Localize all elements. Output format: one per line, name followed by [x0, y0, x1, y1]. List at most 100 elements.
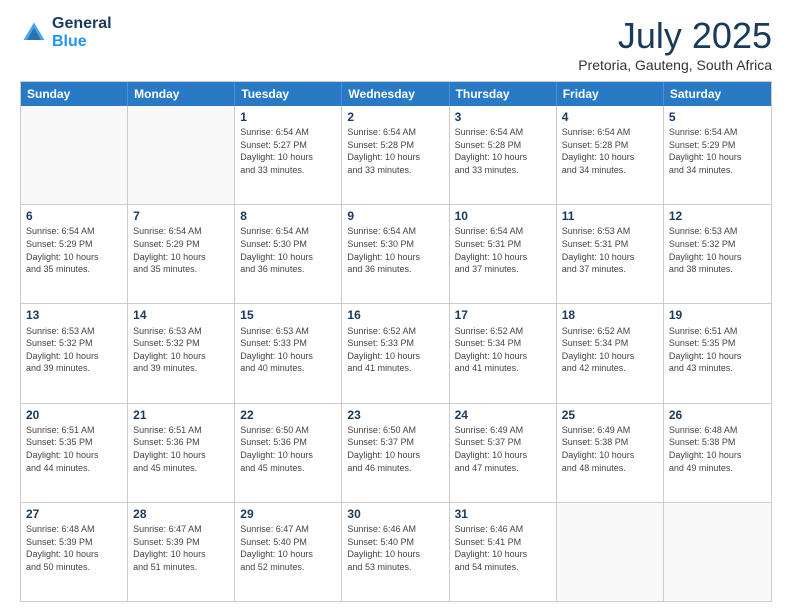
day-19: 19 Sunrise: 6:51 AM Sunset: 5:35 PM Dayli…: [664, 304, 771, 402]
day-number-21: 21: [133, 407, 229, 423]
day-number-22: 22: [240, 407, 336, 423]
day-31: 31Sunrise: 6:46 AM Sunset: 5:41 PM Dayli…: [450, 503, 557, 601]
day-number-31: 31: [455, 506, 551, 522]
day-info-21: Sunrise: 6:51 AM Sunset: 5:36 PM Dayligh…: [133, 424, 229, 474]
day-info-11: Sunrise: 6:53 AM Sunset: 5:31 PM Dayligh…: [562, 225, 658, 275]
day-info-18: Sunrise: 6:52 AM Sunset: 5:34 PM Dayligh…: [562, 325, 658, 375]
day-info-14: Sunrise: 6:53 AM Sunset: 5:32 PM Dayligh…: [133, 325, 229, 375]
day-info-2: Sunrise: 6:54 AM Sunset: 5:28 PM Dayligh…: [347, 126, 443, 176]
day-info-26: Sunrise: 6:48 AM Sunset: 5:38 PM Dayligh…: [669, 424, 766, 474]
day-info-10: Sunrise: 6:54 AM Sunset: 5:31 PM Dayligh…: [455, 225, 551, 275]
day-number-24: 24: [455, 407, 551, 423]
day-number-4: 4: [562, 109, 658, 125]
day-16: 16Sunrise: 6:52 AM Sunset: 5:33 PM Dayli…: [342, 304, 449, 402]
day-9: 9Sunrise: 6:54 AM Sunset: 5:30 PM Daylig…: [342, 205, 449, 303]
header-day-sunday: Sunday: [21, 82, 128, 106]
day-info-17: Sunrise: 6:52 AM Sunset: 5:34 PM Dayligh…: [455, 325, 551, 375]
day-info-13: Sunrise: 6:53 AM Sunset: 5:32 PM Dayligh…: [26, 325, 122, 375]
month-title: July 2025: [578, 15, 772, 57]
day-13: 13 Sunrise: 6:53 AM Sunset: 5:32 PM Dayli…: [21, 304, 128, 402]
day-number-29: 29: [240, 506, 336, 522]
day-info-27: Sunrise: 6:48 AM Sunset: 5:39 PM Dayligh…: [26, 523, 122, 573]
day-info-3: Sunrise: 6:54 AM Sunset: 5:28 PM Dayligh…: [455, 126, 551, 176]
day-info-23: Sunrise: 6:50 AM Sunset: 5:37 PM Dayligh…: [347, 424, 443, 474]
day-info-1: Sunrise: 6:54 AM Sunset: 5:27 PM Dayligh…: [240, 126, 336, 176]
day-17: 17Sunrise: 6:52 AM Sunset: 5:34 PM Dayli…: [450, 304, 557, 402]
week-row-2: 6Sunrise: 6:54 AM Sunset: 5:29 PM Daylig…: [21, 204, 771, 303]
day-info-4: Sunrise: 6:54 AM Sunset: 5:28 PM Dayligh…: [562, 126, 658, 176]
day-number-11: 11: [562, 208, 658, 224]
day-20: 20Sunrise: 6:51 AM Sunset: 5:35 PM Dayli…: [21, 404, 128, 502]
day-number-6: 6: [26, 208, 122, 224]
day-number-5: 5: [669, 109, 766, 125]
title-block: July 2025 Pretoria, Gauteng, South Afric…: [578, 15, 772, 73]
day-number-13: 13: [26, 307, 122, 323]
day-info-24: Sunrise: 6:49 AM Sunset: 5:37 PM Dayligh…: [455, 424, 551, 474]
day-info-19: Sunrise: 6:51 AM Sunset: 5:35 PM Dayligh…: [669, 325, 766, 375]
day-number-12: 12: [669, 208, 766, 224]
day-23: 23Sunrise: 6:50 AM Sunset: 5:37 PM Dayli…: [342, 404, 449, 502]
day-21: 21Sunrise: 6:51 AM Sunset: 5:36 PM Dayli…: [128, 404, 235, 502]
day-number-8: 8: [240, 208, 336, 224]
day-info-30: Sunrise: 6:46 AM Sunset: 5:40 PM Dayligh…: [347, 523, 443, 573]
day-7: 7Sunrise: 6:54 AM Sunset: 5:29 PM Daylig…: [128, 205, 235, 303]
week-row-3: 13 Sunrise: 6:53 AM Sunset: 5:32 PM Dayli…: [21, 303, 771, 402]
day-number-26: 26: [669, 407, 766, 423]
empty-cell-4-6: [664, 503, 771, 601]
logo-icon: [20, 19, 48, 47]
day-26: 26Sunrise: 6:48 AM Sunset: 5:38 PM Dayli…: [664, 404, 771, 502]
day-12: 12Sunrise: 6:53 AM Sunset: 5:32 PM Dayli…: [664, 205, 771, 303]
day-number-28: 28: [133, 506, 229, 522]
day-2: 2Sunrise: 6:54 AM Sunset: 5:28 PM Daylig…: [342, 106, 449, 204]
day-number-25: 25: [562, 407, 658, 423]
day-number-19: 19: [669, 307, 766, 323]
day-8: 8Sunrise: 6:54 AM Sunset: 5:30 PM Daylig…: [235, 205, 342, 303]
header-day-saturday: Saturday: [664, 82, 771, 106]
day-6: 6Sunrise: 6:54 AM Sunset: 5:29 PM Daylig…: [21, 205, 128, 303]
week-row-5: 27Sunrise: 6:48 AM Sunset: 5:39 PM Dayli…: [21, 502, 771, 601]
logo-text: General Blue: [52, 15, 112, 51]
day-number-18: 18: [562, 307, 658, 323]
day-info-25: Sunrise: 6:49 AM Sunset: 5:38 PM Dayligh…: [562, 424, 658, 474]
day-info-8: Sunrise: 6:54 AM Sunset: 5:30 PM Dayligh…: [240, 225, 336, 275]
day-number-1: 1: [240, 109, 336, 125]
day-number-9: 9: [347, 208, 443, 224]
day-info-20: Sunrise: 6:51 AM Sunset: 5:35 PM Dayligh…: [26, 424, 122, 474]
day-number-14: 14: [133, 307, 229, 323]
day-info-5: Sunrise: 6:54 AM Sunset: 5:29 PM Dayligh…: [669, 126, 766, 176]
day-30: 30Sunrise: 6:46 AM Sunset: 5:40 PM Dayli…: [342, 503, 449, 601]
header-day-friday: Friday: [557, 82, 664, 106]
header: General Blue July 2025 Pretoria, Gauteng…: [20, 15, 772, 73]
header-day-tuesday: Tuesday: [235, 82, 342, 106]
day-number-27: 27: [26, 506, 122, 522]
day-info-15: Sunrise: 6:53 AM Sunset: 5:33 PM Dayligh…: [240, 325, 336, 375]
day-number-23: 23: [347, 407, 443, 423]
calendar: SundayMondayTuesdayWednesdayThursdayFrid…: [20, 81, 772, 602]
day-28: 28Sunrise: 6:47 AM Sunset: 5:39 PM Dayli…: [128, 503, 235, 601]
day-11: 11Sunrise: 6:53 AM Sunset: 5:31 PM Dayli…: [557, 205, 664, 303]
day-25: 25Sunrise: 6:49 AM Sunset: 5:38 PM Dayli…: [557, 404, 664, 502]
day-number-15: 15: [240, 307, 336, 323]
header-day-wednesday: Wednesday: [342, 82, 449, 106]
header-day-monday: Monday: [128, 82, 235, 106]
day-24: 24Sunrise: 6:49 AM Sunset: 5:37 PM Dayli…: [450, 404, 557, 502]
day-number-30: 30: [347, 506, 443, 522]
day-info-29: Sunrise: 6:47 AM Sunset: 5:40 PM Dayligh…: [240, 523, 336, 573]
calendar-header: SundayMondayTuesdayWednesdayThursdayFrid…: [21, 82, 771, 106]
empty-cell-0-1: [128, 106, 235, 204]
logo: General Blue: [20, 15, 112, 51]
day-number-20: 20: [26, 407, 122, 423]
day-1: 1Sunrise: 6:54 AM Sunset: 5:27 PM Daylig…: [235, 106, 342, 204]
day-29: 29Sunrise: 6:47 AM Sunset: 5:40 PM Dayli…: [235, 503, 342, 601]
header-day-thursday: Thursday: [450, 82, 557, 106]
day-3: 3Sunrise: 6:54 AM Sunset: 5:28 PM Daylig…: [450, 106, 557, 204]
day-27: 27Sunrise: 6:48 AM Sunset: 5:39 PM Dayli…: [21, 503, 128, 601]
day-info-16: Sunrise: 6:52 AM Sunset: 5:33 PM Dayligh…: [347, 325, 443, 375]
week-row-1: 1Sunrise: 6:54 AM Sunset: 5:27 PM Daylig…: [21, 106, 771, 204]
empty-cell-0-0: [21, 106, 128, 204]
day-14: 14 Sunrise: 6:53 AM Sunset: 5:32 PM Dayli…: [128, 304, 235, 402]
day-4: 4Sunrise: 6:54 AM Sunset: 5:28 PM Daylig…: [557, 106, 664, 204]
calendar-body: 1Sunrise: 6:54 AM Sunset: 5:27 PM Daylig…: [21, 106, 771, 601]
location-subtitle: Pretoria, Gauteng, South Africa: [578, 57, 772, 73]
day-info-9: Sunrise: 6:54 AM Sunset: 5:30 PM Dayligh…: [347, 225, 443, 275]
